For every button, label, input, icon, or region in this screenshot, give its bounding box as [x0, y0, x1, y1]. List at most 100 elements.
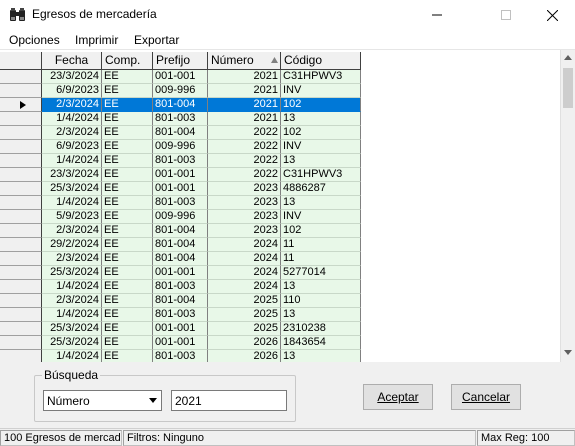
cell-numero: 2024	[208, 252, 281, 266]
cell-numero: 2023	[208, 224, 281, 238]
row-indicator[interactable]	[0, 154, 42, 168]
search-field-select[interactable]: Número	[43, 390, 162, 411]
row-indicator[interactable]	[0, 140, 42, 154]
cell-fecha: 2/3/2024	[42, 224, 102, 238]
header-prefijo[interactable]: Prefijo	[153, 52, 208, 70]
row-indicator[interactable]	[0, 112, 42, 126]
cell-codigo: 102	[281, 224, 361, 238]
table-row[interactable]: 6/9/2023 EE 009-996 2022 INV	[42, 140, 361, 154]
accept-button[interactable]: Aceptar	[363, 384, 433, 410]
cell-numero: 2024	[208, 266, 281, 280]
maximize-button	[483, 0, 529, 30]
cell-comp: EE	[102, 210, 153, 224]
row-indicator[interactable]	[0, 98, 42, 112]
table-row[interactable]: 1/4/2024 EE 801-003 2024 13	[42, 280, 361, 294]
table-row[interactable]: 1/4/2024 EE 801-003 2021 13	[42, 112, 361, 126]
cell-codigo: 11	[281, 252, 361, 266]
cell-codigo: 13	[281, 154, 361, 168]
cell-fecha: 6/9/2023	[42, 84, 102, 98]
minimize-button[interactable]	[414, 0, 460, 30]
cell-prefijo: 001-001	[153, 266, 208, 280]
header-comp[interactable]: Comp.	[102, 52, 153, 70]
dropdown-button[interactable]	[144, 391, 161, 410]
cell-fecha: 6/9/2023	[42, 140, 102, 154]
row-indicator[interactable]	[0, 322, 42, 336]
cell-fecha: 25/3/2024	[42, 266, 102, 280]
maximize-icon	[501, 10, 511, 20]
vertical-scrollbar[interactable]	[560, 50, 575, 362]
table-row[interactable]: 25/3/2024 EE 001-001 2023 4886287	[42, 182, 361, 196]
cell-codigo: 2310238	[281, 322, 361, 336]
header-numero[interactable]: Número	[208, 52, 281, 70]
row-indicator[interactable]	[0, 280, 42, 294]
cell-numero: 2021	[208, 98, 281, 112]
cell-prefijo: 001-001	[153, 70, 208, 84]
menu-exportar[interactable]: Exportar	[134, 33, 179, 47]
scroll-down-icon[interactable]	[564, 350, 572, 355]
table-row[interactable]: 2/3/2024 EE 801-004 2025 110	[42, 294, 361, 308]
cell-prefijo: 009-996	[153, 140, 208, 154]
cell-prefijo: 001-001	[153, 182, 208, 196]
header-indicator	[0, 52, 42, 70]
scroll-thumb[interactable]	[563, 68, 573, 108]
cell-fecha: 2/3/2024	[42, 294, 102, 308]
cell-numero: 2025	[208, 322, 281, 336]
search-group-label: Búsqueda	[42, 368, 101, 382]
cell-fecha: 25/3/2024	[42, 336, 102, 350]
minimize-icon	[432, 14, 442, 16]
row-indicator[interactable]	[0, 266, 42, 280]
row-indicator[interactable]	[0, 182, 42, 196]
table-row[interactable]: 25/3/2024 EE 001-001 2024 5277014	[42, 266, 361, 280]
cell-prefijo: 801-003	[153, 350, 208, 362]
scroll-up-icon[interactable]	[564, 55, 572, 60]
row-indicator[interactable]	[0, 224, 42, 238]
table-row[interactable]: 23/3/2024 EE 001-001 2021 C31HPWV3	[42, 70, 361, 84]
menu-opciones[interactable]: Opciones	[9, 33, 60, 47]
table-row[interactable]: 1/4/2024 EE 801-003 2026 13	[42, 350, 361, 362]
search-input[interactable]: 2021	[171, 390, 287, 411]
table-row[interactable]: 29/2/2024 EE 801-004 2024 11	[42, 238, 361, 252]
table-row[interactable]: 2/3/2024 EE 801-004 2024 11	[42, 252, 361, 266]
cancel-button[interactable]: Cancelar	[451, 384, 521, 410]
table-row[interactable]: 25/3/2024 EE 001-001 2025 2310238	[42, 322, 361, 336]
accept-button-label: Aceptar	[377, 390, 419, 404]
cell-fecha: 25/3/2024	[42, 182, 102, 196]
data-grid[interactable]: Fecha Comp. Prefijo Número Código 23/3/2…	[0, 50, 575, 362]
row-indicator[interactable]	[0, 196, 42, 210]
cell-comp: EE	[102, 336, 153, 350]
row-indicator[interactable]	[0, 126, 42, 140]
row-indicator[interactable]	[0, 84, 42, 98]
table-row[interactable]: 5/9/2023 EE 009-996 2023 INV	[42, 210, 361, 224]
table-row[interactable]: 25/3/2024 EE 001-001 2026 1843654	[42, 336, 361, 350]
cell-comp: EE	[102, 224, 153, 238]
cell-codigo: 102	[281, 98, 361, 112]
row-indicator[interactable]	[0, 336, 42, 350]
binoculars-icon	[10, 8, 25, 21]
header-codigo[interactable]: Código	[281, 52, 361, 70]
cell-numero: 2021	[208, 112, 281, 126]
cell-comp: EE	[102, 84, 153, 98]
header-fecha[interactable]: Fecha	[42, 52, 102, 70]
table-row[interactable]: 1/4/2024 EE 801-003 2022 13	[42, 154, 361, 168]
row-indicator[interactable]	[0, 350, 42, 362]
table-row[interactable]: 2/3/2024 EE 801-004 2021 102	[42, 98, 361, 112]
table-row[interactable]: 2/3/2024 EE 801-004 2022 102	[42, 126, 361, 140]
row-indicator[interactable]	[0, 294, 42, 308]
table-row[interactable]: 6/9/2023 EE 009-996 2021 INV	[42, 84, 361, 98]
row-indicator[interactable]	[0, 210, 42, 224]
table-row[interactable]: 1/4/2024 EE 801-003 2023 13	[42, 196, 361, 210]
row-indicator[interactable]	[0, 238, 42, 252]
close-button[interactable]	[529, 0, 575, 30]
table-row[interactable]: 2/3/2024 EE 801-004 2023 102	[42, 224, 361, 238]
row-indicator[interactable]	[0, 70, 42, 84]
cell-prefijo: 801-004	[153, 224, 208, 238]
table-row[interactable]: 23/3/2024 EE 001-001 2022 C31HPWV3	[42, 168, 361, 182]
row-indicator[interactable]	[0, 168, 42, 182]
menu-imprimir[interactable]: Imprimir	[75, 33, 118, 47]
row-indicator[interactable]	[0, 252, 42, 266]
cell-fecha: 2/3/2024	[42, 252, 102, 266]
cell-comp: EE	[102, 322, 153, 336]
row-indicator[interactable]	[0, 308, 42, 322]
status-count: 100 Egresos de mercadería	[0, 430, 122, 446]
table-row[interactable]: 1/4/2024 EE 801-003 2025 13	[42, 308, 361, 322]
